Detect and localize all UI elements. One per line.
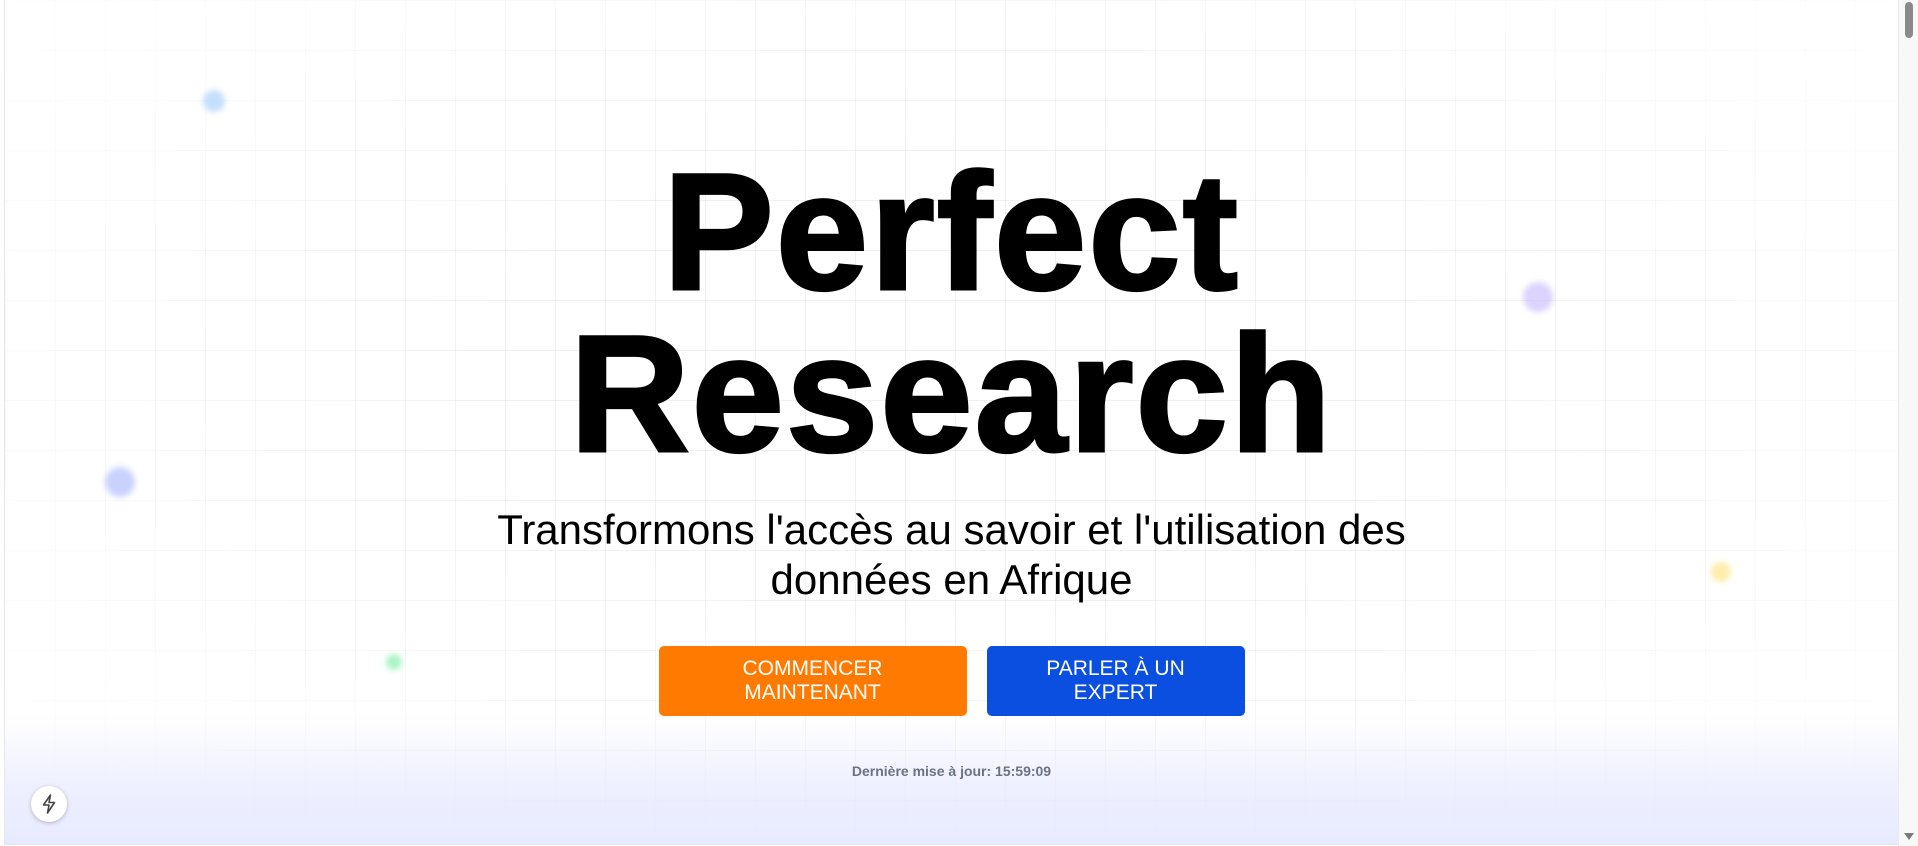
hero-title-line-2: Research <box>568 302 1334 487</box>
hero-subtitle-line-2: données en Afrique <box>770 556 1133 603</box>
hero-subtitle: Transformons l'accès au savoir et l'util… <box>5 505 1898 605</box>
scroll-down-arrow-icon[interactable] <box>1904 833 1914 840</box>
last-updated-text: Dernière mise à jour: 15:59:09 <box>851 763 1052 779</box>
hero-title: Perfect Research <box>5 140 1898 487</box>
bottom-gradient <box>5 714 1898 844</box>
lightning-bolt-icon <box>42 794 56 814</box>
hero-title-line-1: Perfect <box>662 140 1240 325</box>
vertical-scrollbar[interactable] <box>1898 0 1918 846</box>
start-now-button[interactable]: COMMENCER MAINTENANT <box>658 646 967 716</box>
scrollbar-thumb[interactable] <box>1905 2 1913 38</box>
hero-subtitle-line-1: Transformons l'accès au savoir et l'util… <box>497 506 1406 553</box>
lightning-badge-button[interactable] <box>31 786 67 822</box>
page-viewport: Perfect Research Transformons l'accès au… <box>4 0 1898 845</box>
cta-button-row: COMMENCER MAINTENANT PARLER À UN EXPERT <box>5 646 1898 716</box>
decorative-orb-blue <box>203 90 225 112</box>
talk-to-expert-button[interactable]: PARLER À UN EXPERT <box>986 646 1245 716</box>
